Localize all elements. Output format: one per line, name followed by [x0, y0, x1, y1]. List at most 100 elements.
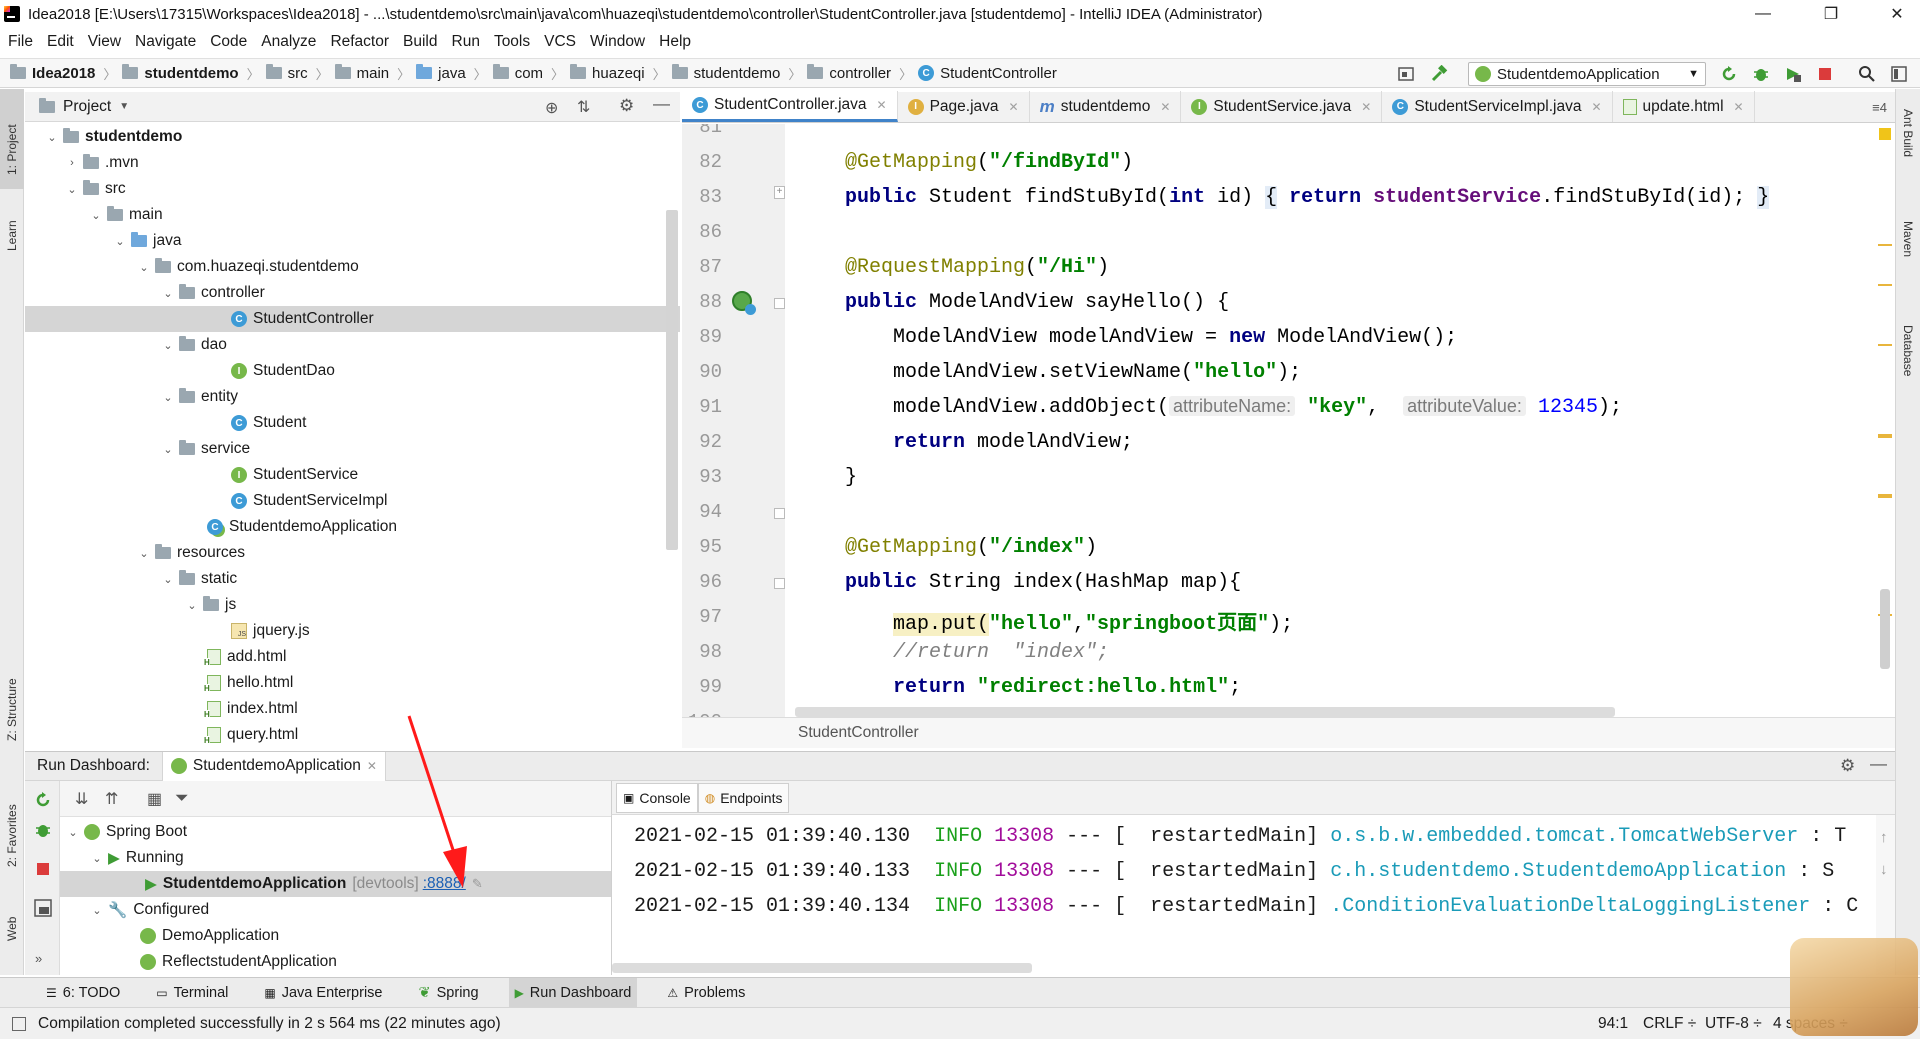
encoding-select[interactable]: UTF-8 ÷: [1705, 1015, 1762, 1033]
tab-endpoints[interactable]: ◍ Endpoints: [697, 782, 790, 813]
tool-tab-problems[interactable]: ⚠ Problems: [661, 978, 751, 1008]
chevron-down-icon[interactable]: ⌄: [163, 573, 173, 586]
warning-indicator-icon[interactable]: [1879, 128, 1891, 140]
tool-button-maven[interactable]: Maven: [1901, 221, 1915, 257]
minimize-button[interactable]: —: [1740, 0, 1786, 28]
chevron-down-icon[interactable]: ⌄: [163, 287, 173, 300]
tree-demo-application[interactable]: DemoApplication: [140, 923, 279, 949]
stop-icon[interactable]: [35, 861, 51, 877]
filter-icon[interactable]: ⏷: [175, 788, 189, 808]
close-tab-icon[interactable]: ✕: [1734, 100, 1744, 114]
tree-item-jquery-js[interactable]: JS jquery.js: [231, 618, 310, 644]
layout-icon[interactable]: [34, 899, 52, 917]
tree-item-package-root[interactable]: ⌄ com.huazeqi.studentdemo: [139, 254, 359, 280]
tree-item-student[interactable]: C Student: [231, 410, 306, 436]
fold-collapse-icon[interactable]: [774, 298, 785, 309]
tree-reflectstudent-application[interactable]: ReflectstudentApplication: [140, 949, 337, 975]
group-by-icon[interactable]: ▦: [147, 789, 162, 809]
tree-item-src[interactable]: ⌄ src: [67, 176, 126, 202]
chevron-down-icon[interactable]: ⌄: [92, 852, 102, 865]
tool-tab-terminal[interactable]: ▭ Terminal: [150, 978, 234, 1008]
chevron-down-icon[interactable]: ⌄: [187, 599, 197, 612]
tool-tab-todo[interactable]: ☰ 6: TODO: [40, 978, 126, 1008]
gear-icon[interactable]: ⚙: [1840, 756, 1855, 776]
console-horizontal-scrollbar[interactable]: [612, 963, 1032, 973]
editor-vertical-scrollbar[interactable]: [1880, 589, 1890, 669]
menu-navigate[interactable]: Navigate: [135, 33, 196, 51]
tool-button-learn[interactable]: Learn: [5, 220, 19, 251]
editor-error-stripe[interactable]: [1876, 124, 1894, 717]
menu-window[interactable]: Window: [590, 33, 645, 51]
run-dashboard-tab[interactable]: StudentdemoApplication ✕: [161, 751, 386, 781]
tab-studentservice-java[interactable]: I StudentService.java ✕: [1181, 91, 1383, 122]
tree-item-mvn[interactable]: › .mvn: [67, 150, 139, 176]
chevron-down-icon[interactable]: ⌄: [139, 547, 149, 560]
hide-panel-icon[interactable]: —: [653, 94, 670, 114]
menu-edit[interactable]: Edit: [47, 33, 74, 51]
close-tab-icon[interactable]: ✕: [367, 759, 377, 773]
tree-item-studentdemo[interactable]: ⌄ studentdemo: [47, 124, 182, 150]
chevron-down-icon[interactable]: ⌄: [163, 339, 173, 352]
debug-bug-icon[interactable]: [1752, 65, 1770, 83]
close-tab-icon[interactable]: ✕: [1591, 100, 1601, 114]
breadcrumb-studentcontroller[interactable]: C StudentController: [918, 65, 1057, 82]
tree-item-resources[interactable]: ⌄ resources: [139, 540, 245, 566]
breadcrumb-controller[interactable]: controller: [807, 64, 891, 82]
tab-update-html[interactable]: update.html ✕: [1613, 91, 1755, 122]
tree-item-index-html[interactable]: index.html: [204, 696, 298, 722]
breadcrumb-main[interactable]: main: [334, 64, 389, 82]
project-tree-scrollbar[interactable]: [666, 210, 678, 550]
menu-refactor[interactable]: Refactor: [330, 33, 389, 51]
hide-panel-icon[interactable]: —: [1870, 754, 1887, 774]
debug-bug-icon[interactable]: [34, 821, 52, 839]
sidebar-toggle-icon[interactable]: [1890, 65, 1908, 83]
menu-analyze[interactable]: Analyze: [261, 33, 316, 51]
tree-item-js[interactable]: ⌄ js: [187, 592, 236, 618]
collapse-all-icon[interactable]: ⇈: [105, 789, 118, 809]
tool-button-project[interactable]: 1: Project: [5, 124, 19, 175]
close-tab-icon[interactable]: ✕: [1009, 100, 1019, 114]
tree-configured-group[interactable]: ⌄ 🔧 Configured: [92, 897, 209, 923]
breadcrumb-studentdemo[interactable]: studentdemo: [122, 64, 239, 82]
locate-target-icon[interactable]: ⊕: [545, 98, 558, 118]
chevron-down-icon[interactable]: ⌄: [91, 209, 101, 222]
scroll-up-icon[interactable]: ↑: [1880, 829, 1888, 846]
footer-breadcrumb-class[interactable]: StudentController: [798, 724, 919, 742]
caret-position[interactable]: 94:1: [1598, 1015, 1628, 1033]
menu-file[interactable]: File: [8, 33, 33, 51]
tree-running-app[interactable]: ▶ StudentdemoApplication [devtools] :888…: [60, 871, 611, 897]
stripe-marker[interactable]: [1878, 494, 1892, 498]
tool-tab-spring[interactable]: ❦ Spring: [412, 978, 484, 1008]
stripe-marker[interactable]: [1878, 284, 1892, 286]
chevron-down-icon[interactable]: ⌄: [67, 183, 77, 196]
maximize-button[interactable]: ❐: [1808, 0, 1854, 28]
project-view-select[interactable]: Project: [63, 98, 111, 116]
menu-vcs[interactable]: VCS: [544, 33, 576, 51]
tab-studentcontroller-java[interactable]: C StudentController.java ✕: [682, 91, 898, 122]
stripe-marker[interactable]: [1878, 344, 1892, 346]
breadcrumb-src[interactable]: src: [265, 64, 308, 82]
tree-item-studentcontroller[interactable]: C StudentController: [25, 306, 680, 332]
close-tab-icon[interactable]: ✕: [877, 98, 887, 112]
fold-collapse-icon[interactable]: [774, 578, 785, 589]
console-output[interactable]: 2021-02-15 01:39:40.130 INFO 13308 --- […: [611, 815, 1876, 975]
breadcrumb-java[interactable]: java: [416, 64, 466, 82]
tree-item-studentdao[interactable]: I StudentDao: [231, 358, 335, 384]
chevron-down-icon[interactable]: ⌄: [115, 235, 125, 248]
code-editor[interactable]: @GetMapping("/findById") public Student …: [785, 124, 1895, 717]
tree-item-query-html[interactable]: query.html: [204, 722, 298, 748]
tree-item-add-html[interactable]: add.html: [204, 644, 286, 670]
tree-item-studentservice[interactable]: I StudentService: [231, 462, 358, 488]
chevron-down-icon[interactable]: ⌄: [47, 131, 57, 144]
close-window-button[interactable]: ✕: [1874, 0, 1920, 28]
tree-item-main[interactable]: ⌄ main: [91, 202, 163, 228]
chevron-down-icon[interactable]: ⌄: [139, 261, 149, 274]
tool-button-favorites[interactable]: 2: Favorites: [5, 804, 19, 867]
line-separator-select[interactable]: CRLF ÷: [1643, 1015, 1696, 1033]
breadcrumb-huazeqi[interactable]: huazeqi: [570, 64, 645, 82]
tree-item-studentdemoapplication[interactable]: C StudentdemoApplication: [207, 514, 397, 540]
tool-button-database[interactable]: Database: [1901, 325, 1915, 376]
tool-tab-java-enterprise[interactable]: ▦ Java Enterprise: [258, 978, 388, 1008]
breadcrumb-studentdemo-pkg[interactable]: studentdemo: [671, 64, 780, 82]
fold-end-icon[interactable]: [774, 508, 785, 519]
